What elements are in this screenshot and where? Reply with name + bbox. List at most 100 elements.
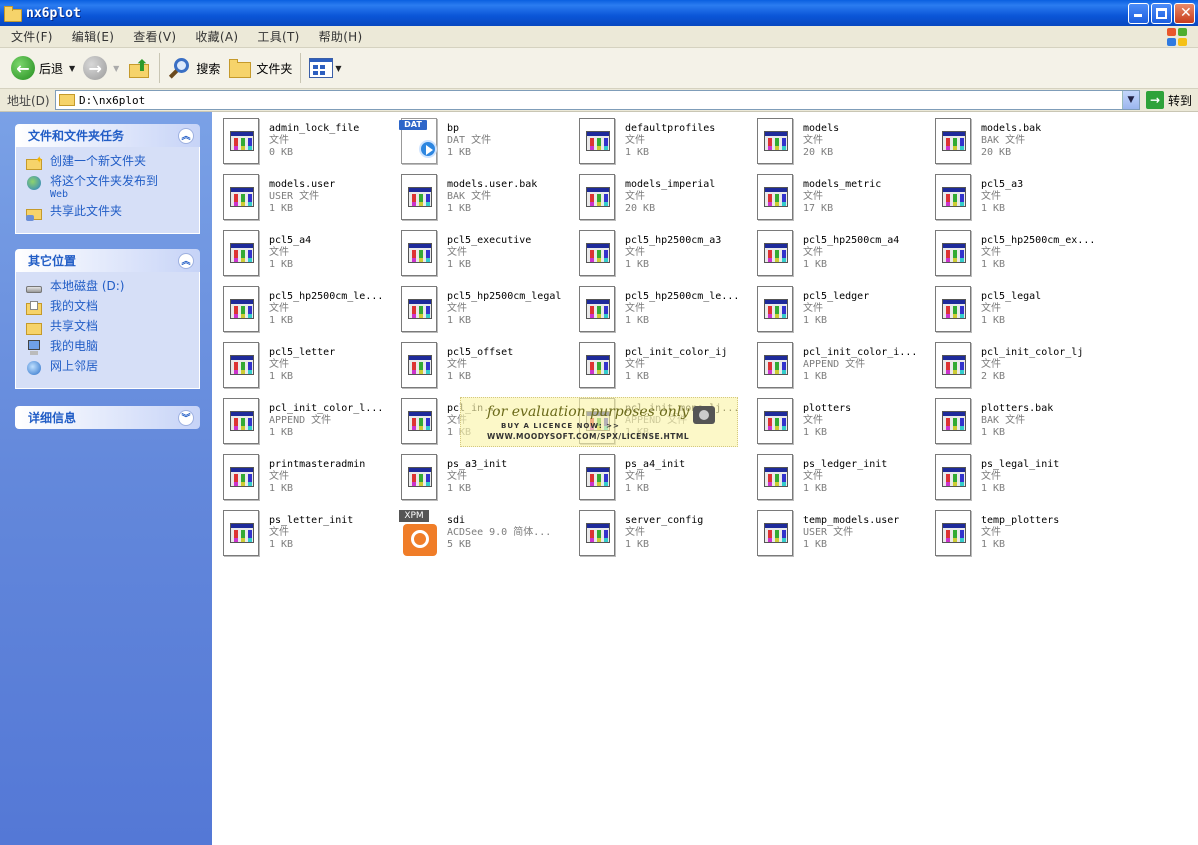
expand-icon[interactable]: ︾ xyxy=(178,409,194,426)
file-item[interactable]: models_imperial 文件 20 KB xyxy=(568,168,746,224)
file-item[interactable]: pcl_init_color_l... APPEND 文件 1 KB xyxy=(212,392,390,448)
document-icon xyxy=(221,174,261,222)
place-local-disk[interactable]: 本地磁盘 (D:) xyxy=(26,280,199,296)
place-my-computer[interactable]: 我的电脑 xyxy=(26,340,199,356)
file-item[interactable]: server_config 文件 1 KB xyxy=(568,504,746,560)
back-dropdown-icon[interactable]: ▼ xyxy=(69,64,75,73)
file-item[interactable]: ps_legal_init 文件 1 KB xyxy=(924,448,1102,504)
search-button[interactable]: 搜索 xyxy=(164,52,224,84)
views-button[interactable]: ▼ xyxy=(305,52,345,84)
menu-favorites[interactable]: 收藏(A) xyxy=(184,28,246,45)
file-text: temp_plotters 文件 1 KB xyxy=(981,515,1059,551)
file-item[interactable]: plotters.bak BAK 文件 1 KB xyxy=(924,392,1102,448)
file-text: pcl5_executive 文件 1 KB xyxy=(447,235,531,271)
maximize-button[interactable] xyxy=(1151,3,1172,24)
chevron-down-icon[interactable]: ▼ xyxy=(1122,91,1139,109)
file-item[interactable]: ps_letter_init 文件 1 KB xyxy=(212,504,390,560)
collapse-icon[interactable]: ︽ xyxy=(178,127,194,144)
file-size: 1 KB xyxy=(981,259,1006,270)
back-button[interactable]: ← 后退 ▼ xyxy=(7,52,79,84)
file-item[interactable]: admin_lock_file 文件 0 KB xyxy=(212,112,390,168)
file-item[interactable]: models 文件 20 KB xyxy=(746,112,924,168)
file-name: pcl5_a4 xyxy=(269,235,312,246)
address-path[interactable]: D:\nx6plot xyxy=(79,94,145,107)
file-item[interactable]: pcl5_hp2500cm_le... 文件 1 KB xyxy=(212,280,390,336)
title-bar[interactable]: nx6plot ✕ xyxy=(0,0,1198,26)
file-item[interactable]: pcl5_hp2500cm_a4 文件 1 KB xyxy=(746,224,924,280)
place-network[interactable]: 网上邻居 xyxy=(26,360,199,376)
minimize-button[interactable] xyxy=(1128,3,1149,24)
file-item[interactable]: pcl5_executive 文件 1 KB xyxy=(390,224,568,280)
collapse-icon[interactable]: ︽ xyxy=(178,252,194,269)
go-button[interactable]: → 转到 xyxy=(1146,91,1192,109)
file-item[interactable]: pcl5_offset 文件 1 KB xyxy=(390,336,568,392)
file-item[interactable]: pcl5_hp2500cm_le... 文件 1 KB xyxy=(568,280,746,336)
file-item[interactable]: ps_a3_init 文件 1 KB xyxy=(390,448,568,504)
file-text: pcl5_hp2500cm_a4 文件 1 KB xyxy=(803,235,899,271)
file-name: pcl_init_color_ij xyxy=(625,347,728,358)
file-item[interactable]: pcl_init_color_ij 文件 1 KB xyxy=(568,336,746,392)
file-item[interactable]: pcl5_hp2500cm_ex... 文件 1 KB xyxy=(924,224,1102,280)
file-item[interactable]: models.user.bak BAK 文件 1 KB xyxy=(390,168,568,224)
file-item[interactable]: temp_models.user USER 文件 1 KB xyxy=(746,504,924,560)
place-my-documents[interactable]: 我的文档 xyxy=(26,300,199,316)
menu-file[interactable]: 文件(F) xyxy=(0,28,61,45)
file-text: ps_legal_init 文件 1 KB xyxy=(981,459,1059,495)
menu-edit[interactable]: 编辑(E) xyxy=(61,28,122,45)
close-button[interactable]: ✕ xyxy=(1174,3,1195,24)
address-input[interactable]: D:\nx6plot ▼ xyxy=(55,90,1140,110)
camera-icon xyxy=(693,406,715,424)
menu-help[interactable]: 帮助(H) xyxy=(308,28,371,45)
toolbar-separator xyxy=(300,53,302,83)
file-item[interactable]: ps_ledger_init 文件 1 KB xyxy=(746,448,924,504)
file-item[interactable]: pcl5_hp2500cm_a3 文件 1 KB xyxy=(568,224,746,280)
file-item[interactable]: models.user USER 文件 1 KB xyxy=(212,168,390,224)
forward-dropdown-icon[interactable]: ▼ xyxy=(113,64,119,73)
details-header[interactable]: 详细信息 ︾ xyxy=(15,406,200,429)
file-text: models.user USER 文件 1 KB xyxy=(269,179,335,215)
folders-button[interactable]: 文件夹 xyxy=(224,52,296,84)
other-places-header[interactable]: 其它位置 ︽ xyxy=(15,249,200,272)
file-item[interactable]: pcl5_hp2500cm_legal 文件 1 KB xyxy=(390,280,568,336)
file-item[interactable]: pcl5_a3 文件 1 KB xyxy=(924,168,1102,224)
file-item[interactable]: models.bak BAK 文件 20 KB xyxy=(924,112,1102,168)
file-item[interactable]: ps_a4_init 文件 1 KB xyxy=(568,448,746,504)
task-publish-web[interactable]: 将这个文件夹发布到 Web xyxy=(26,175,199,201)
file-text: pcl_init_color_i... APPEND 文件 1 KB xyxy=(803,347,917,383)
file-item[interactable]: pcl5_ledger 文件 1 KB xyxy=(746,280,924,336)
file-item[interactable]: pcl5_letter 文件 1 KB xyxy=(212,336,390,392)
file-type: 文件 xyxy=(981,471,1001,482)
document-icon xyxy=(399,342,439,390)
menu-tools[interactable]: 工具(T) xyxy=(246,28,307,45)
task-new-folder[interactable]: ✦ 创建一个新文件夹 xyxy=(26,155,199,171)
file-item[interactable]: pcl5_a4 文件 1 KB xyxy=(212,224,390,280)
document-icon xyxy=(755,174,795,222)
views-dropdown-icon[interactable]: ▼ xyxy=(335,64,341,73)
file-item[interactable]: plotters 文件 1 KB xyxy=(746,392,924,448)
file-type: 文件 xyxy=(447,359,467,370)
file-item[interactable]: defaultprofiles 文件 1 KB xyxy=(568,112,746,168)
file-size: 1 KB xyxy=(447,315,472,326)
file-item[interactable]: XPM sdi ACDSee 9.0 简体... 5 KB xyxy=(390,504,568,560)
forward-button[interactable]: → ▼ xyxy=(79,52,123,84)
file-tasks-header[interactable]: 文件和文件夹任务 ︽ xyxy=(15,124,200,147)
file-type: 文件 xyxy=(447,303,467,314)
menu-bar: 文件(F) 编辑(E) 查看(V) 收藏(A) 工具(T) 帮助(H) xyxy=(0,26,1198,48)
file-type: DAT 文件 xyxy=(447,135,492,146)
file-type: 文件 xyxy=(981,303,1001,314)
place-shared-documents[interactable]: 共享文档 xyxy=(26,320,199,336)
file-item[interactable]: temp_plotters 文件 1 KB xyxy=(924,504,1102,560)
file-item[interactable]: DAT bp DAT 文件 1 KB xyxy=(390,112,568,168)
up-folder-button[interactable]: ⬆ xyxy=(123,52,155,84)
file-text: pcl5_legal 文件 1 KB xyxy=(981,291,1041,327)
file-item[interactable]: models_metric 文件 17 KB xyxy=(746,168,924,224)
file-item[interactable]: printmasteradmin 文件 1 KB xyxy=(212,448,390,504)
task-share-folder[interactable]: 共享此文件夹 xyxy=(26,205,199,221)
document-icon xyxy=(399,286,439,334)
file-item[interactable]: pcl5_legal 文件 1 KB xyxy=(924,280,1102,336)
file-text: models_imperial 文件 20 KB xyxy=(625,179,715,215)
file-type: 文件 xyxy=(981,359,1001,370)
file-item[interactable]: pcl_init_color_lj 文件 2 KB xyxy=(924,336,1102,392)
menu-view[interactable]: 查看(V) xyxy=(122,28,184,45)
file-item[interactable]: pcl_init_color_i... APPEND 文件 1 KB xyxy=(746,336,924,392)
